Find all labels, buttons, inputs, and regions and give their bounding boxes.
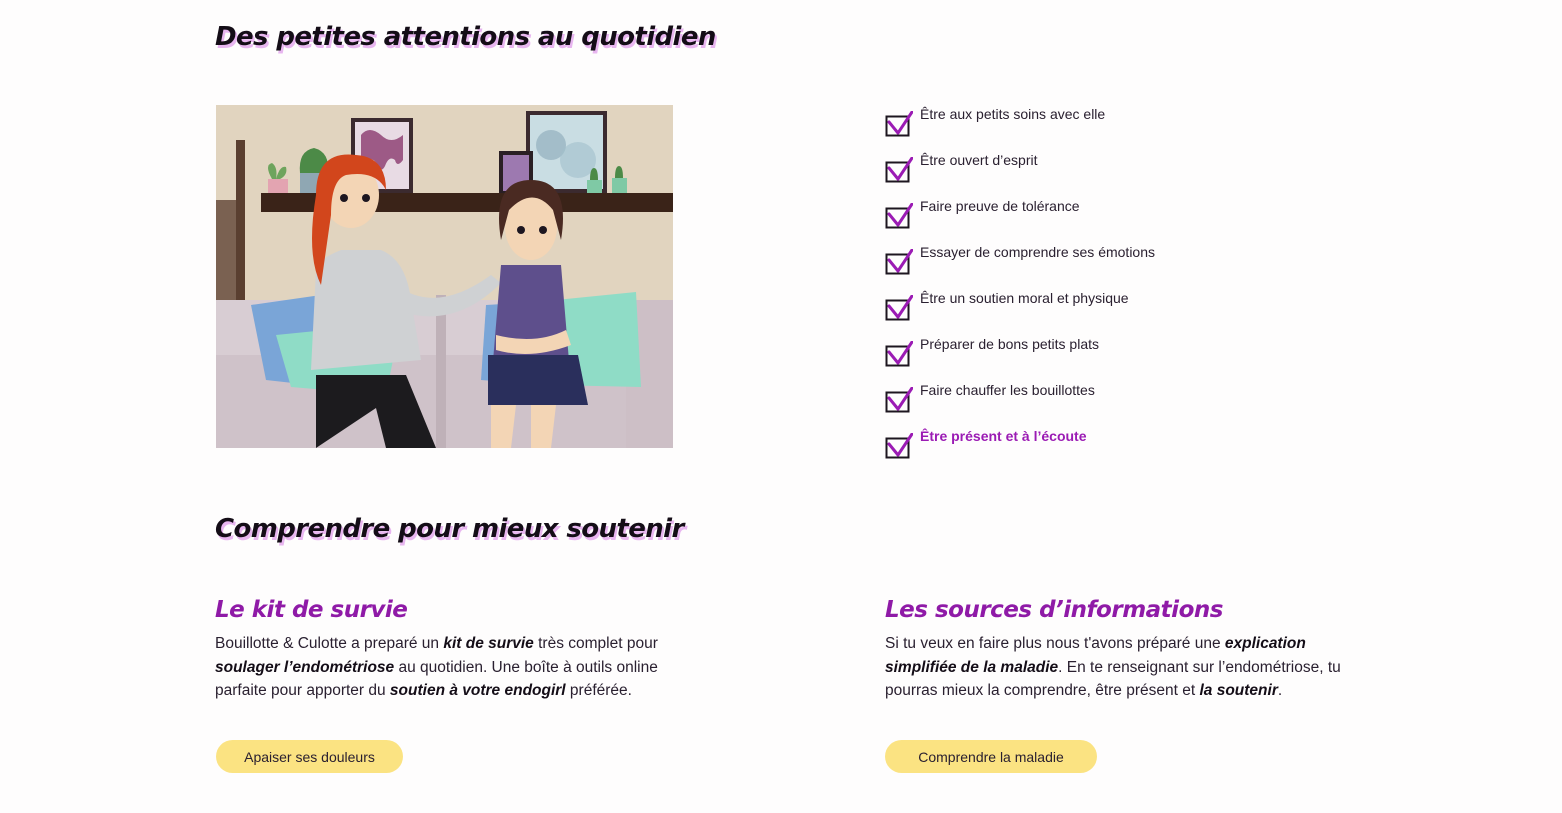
- checkbox-checked-icon[interactable]: [885, 157, 913, 183]
- section-title-attentions: Des petites attentions au quotidien: [215, 22, 716, 52]
- kit-text-part: très complet pour: [533, 635, 658, 652]
- checklist-label: Être aux petits soins avec elle: [920, 106, 1106, 122]
- checkbox-checked-icon[interactable]: [885, 203, 913, 229]
- sources-description: Si tu veux en faire plus nous t'avons pr…: [885, 632, 1345, 703]
- kit-description: Bouillotte & Culotte a preparé un kit de…: [215, 632, 675, 703]
- kit-link-kit-de-survie: kit de survie: [443, 635, 534, 652]
- checklist-label-highlighted: Être présent et à l’écoute: [920, 428, 1087, 444]
- sources-informations-block: Les sources d’informations Si tu veux en…: [885, 594, 1345, 703]
- checkbox-checked-icon[interactable]: [885, 341, 913, 367]
- kit-emphasis-soulager: soulager l’endométriose: [215, 658, 395, 676]
- kit-title: Le kit de survie: [215, 597, 408, 623]
- section-title-comprendre: Comprendre pour mieux soutenir: [215, 514, 684, 544]
- checklist-label: Préparer de bons petits plats: [920, 336, 1099, 352]
- checklist-label: Essayer de comprendre ses émotions: [920, 244, 1155, 260]
- checklist-label: Être un soutien moral et physique: [920, 290, 1129, 306]
- kit-text-part: Bouillotte & Culotte a preparé un: [215, 635, 444, 652]
- sources-title: Les sources d’informations: [885, 597, 1223, 623]
- checkbox-checked-icon[interactable]: [885, 111, 913, 137]
- checkbox-checked-icon[interactable]: [885, 387, 913, 413]
- checkbox-checked-icon[interactable]: [885, 249, 913, 275]
- comprendre-maladie-button[interactable]: Comprendre la maladie: [885, 740, 1097, 773]
- checklist-label: Être ouvert d’esprit: [920, 152, 1038, 168]
- checklist-label: Faire chauffer les bouillottes: [920, 382, 1095, 398]
- kit-text-part: préférée.: [565, 682, 632, 699]
- apaiser-douleurs-button[interactable]: Apaiser ses douleurs: [216, 740, 403, 773]
- illustration-two-women-sofa: [216, 105, 673, 448]
- kit-de-survie-block: Le kit de survie Bouillotte & Culotte a …: [215, 594, 675, 703]
- sources-emphasis-soutenir: la soutenir: [1199, 682, 1278, 699]
- checklist-label: Faire preuve de tolérance: [920, 198, 1080, 214]
- sources-text-part: .: [1277, 682, 1283, 699]
- sources-text-part: Si tu veux en faire plus nous t'avons pr…: [885, 635, 1225, 652]
- kit-emphasis-soutien: soutien à votre endogirl: [389, 682, 566, 699]
- checkbox-checked-icon[interactable]: [885, 295, 913, 321]
- checkbox-checked-icon[interactable]: [885, 433, 913, 459]
